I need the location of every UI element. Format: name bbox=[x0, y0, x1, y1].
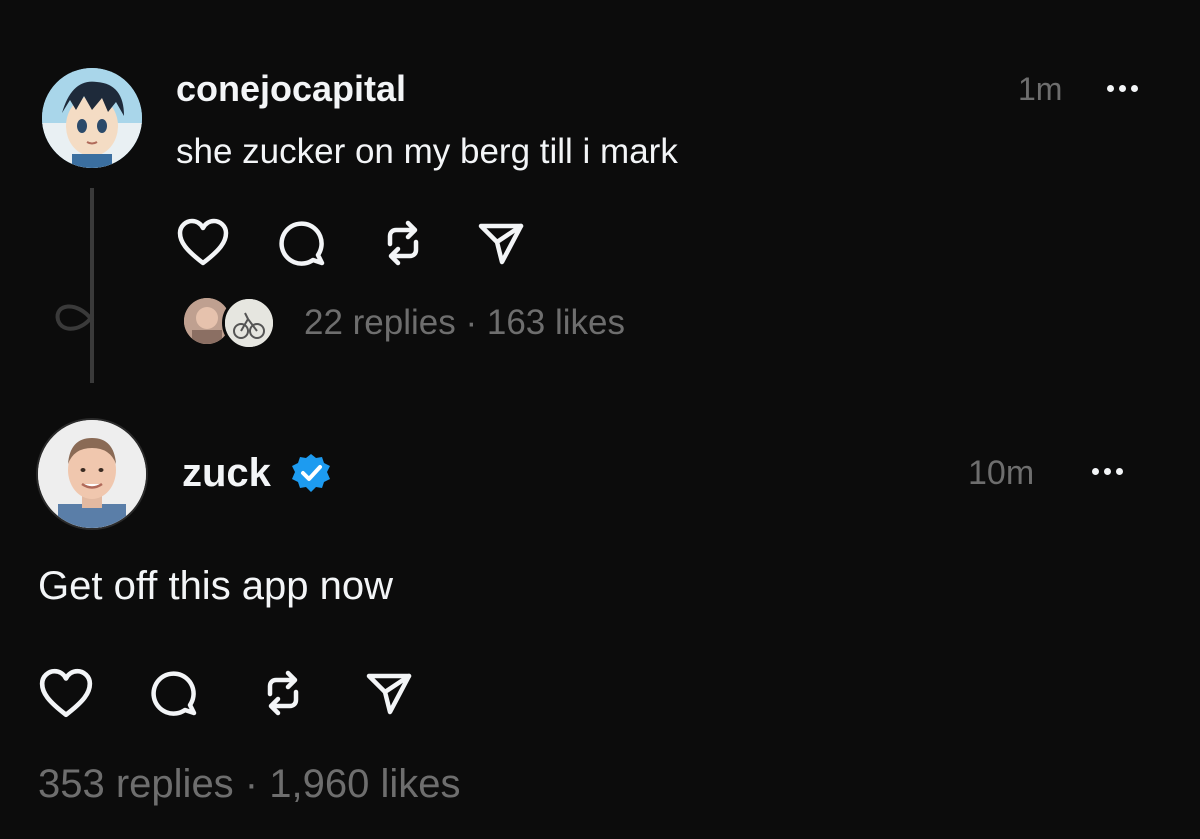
share-button[interactable] bbox=[476, 218, 526, 268]
thread-line bbox=[90, 188, 94, 383]
avatar-zuck[interactable] bbox=[36, 418, 148, 530]
reply-button[interactable] bbox=[148, 668, 200, 718]
bicycle-avatar-icon bbox=[225, 299, 273, 347]
username[interactable]: conejocapital bbox=[176, 68, 406, 110]
person-avatar-icon bbox=[38, 420, 146, 528]
comment-icon bbox=[151, 671, 197, 716]
post-text: Get off this app now bbox=[38, 564, 394, 608]
post-time: 10m bbox=[968, 454, 1035, 492]
thread-loop-icon bbox=[55, 304, 94, 331]
like-button[interactable] bbox=[176, 218, 230, 268]
dot bbox=[1131, 85, 1138, 92]
username[interactable]: zuck bbox=[182, 450, 271, 496]
send-icon bbox=[366, 673, 412, 715]
more-options-button[interactable] bbox=[1107, 85, 1138, 92]
send-icon bbox=[478, 223, 524, 265]
share-button[interactable] bbox=[364, 668, 414, 718]
comment-icon bbox=[279, 221, 325, 266]
like-button[interactable] bbox=[38, 668, 94, 720]
avatar-conejocapital[interactable] bbox=[42, 68, 142, 168]
heart-icon bbox=[177, 218, 229, 266]
dot bbox=[1119, 85, 1126, 92]
post-stats[interactable]: 353 replies · 1,960 likes bbox=[38, 760, 460, 808]
dot bbox=[1116, 468, 1123, 475]
repost-button[interactable] bbox=[378, 218, 428, 268]
verified-badge bbox=[290, 452, 332, 499]
post-time: 1m bbox=[1018, 71, 1063, 107]
anime-avatar-icon bbox=[42, 68, 142, 168]
dot bbox=[1104, 468, 1111, 475]
repost-icon bbox=[267, 670, 299, 716]
post-stats[interactable]: 22 replies · 163 likes bbox=[304, 302, 625, 344]
heart-icon bbox=[39, 668, 93, 718]
dot bbox=[1092, 468, 1099, 475]
repost-button[interactable] bbox=[258, 668, 308, 718]
dot bbox=[1107, 85, 1114, 92]
replier-avatar bbox=[222, 296, 276, 350]
post-text: she zucker on my berg till i mark bbox=[176, 132, 678, 171]
repost-icon bbox=[387, 220, 419, 266]
more-options-button[interactable] bbox=[1092, 468, 1123, 475]
verified-icon bbox=[292, 454, 330, 492]
reply-button[interactable] bbox=[276, 218, 328, 268]
